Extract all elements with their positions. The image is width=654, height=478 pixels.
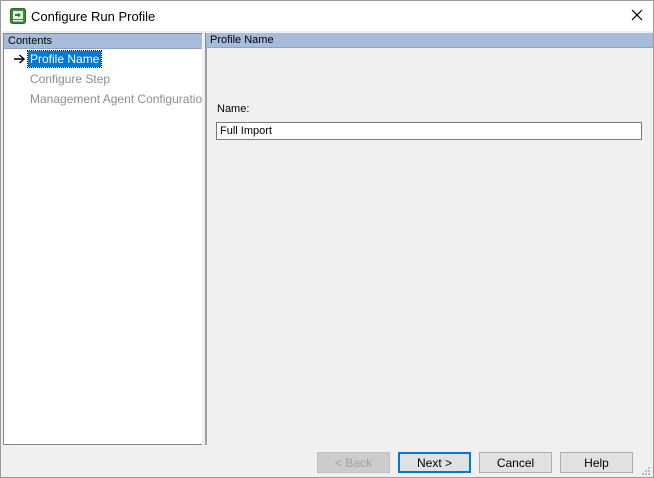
dialog-footer: < Back Next > Cancel Help (1, 447, 653, 477)
configure-run-profile-dialog: Configure Run Profile Contents Profile N… (0, 0, 654, 478)
nav-item-profile-name[interactable]: Profile Name (26, 50, 103, 68)
cancel-button[interactable]: Cancel (479, 452, 552, 473)
run-profile-app-icon (10, 8, 26, 24)
arrow-right-icon (13, 53, 27, 65)
nav-item-management-agent-configuration[interactable]: Management Agent Configuration (28, 91, 211, 107)
back-button[interactable]: < Back (317, 452, 390, 473)
name-label: Name: (217, 103, 250, 115)
profile-name-pane: Profile Name Name: (205, 33, 653, 445)
contents-header: Contents (4, 34, 202, 49)
title-bar: Configure Run Profile (1, 1, 653, 31)
resize-grip-icon[interactable] (641, 465, 651, 475)
window-title: Configure Run Profile (31, 9, 156, 24)
contents-pane: Contents Profile Name Configure Step Man… (3, 33, 209, 445)
next-button[interactable]: Next > (398, 452, 471, 473)
close-icon (631, 9, 643, 24)
profile-name-header: Profile Name (205, 33, 653, 48)
help-button[interactable]: Help (560, 452, 633, 473)
close-button[interactable] (621, 1, 653, 31)
name-input[interactable] (216, 122, 642, 140)
nav-item-configure-step[interactable]: Configure Step (28, 71, 112, 87)
pane-divider (205, 48, 207, 445)
